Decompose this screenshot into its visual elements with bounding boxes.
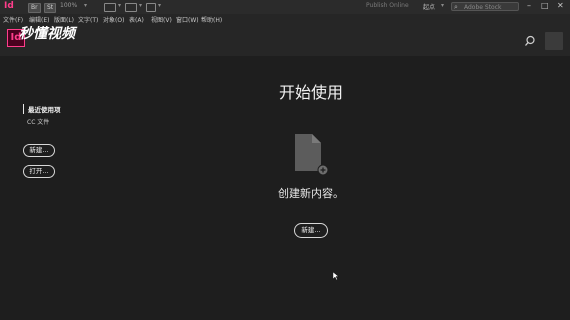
zoom-level-dropdown[interactable]: 100% [60, 2, 77, 9]
sidebar-open-button[interactable]: 打开... [23, 165, 55, 178]
arrange-chevron-down-icon[interactable]: ▾ [158, 2, 161, 9]
create-new-content-text: 创建新内容。 [278, 187, 344, 200]
app-bar: Id Br St 100% ▾ ▾ ▾ ▾ Publish Online 起点 … [0, 0, 570, 14]
close-icon[interactable]: ✕ [557, 1, 564, 10]
page-title: 开始使用 [278, 83, 343, 102]
bridge-button[interactable]: Br [28, 3, 41, 13]
sidebar-cc-files[interactable]: CC 文件 [27, 117, 49, 126]
search-icon: ⌕ [454, 3, 458, 11]
adobe-stock-search-input[interactable]: ⌕ Adobe Stock [451, 2, 519, 11]
stock-button[interactable]: St [44, 3, 57, 13]
zoom-chevron-down-icon[interactable]: ▾ [84, 2, 87, 9]
menu-table[interactable]: 表(A) [129, 15, 144, 24]
menu-bar: 文件(F) 编辑(E) 版面(L) 文字(T) 对象(O) 表(A) 视图(V)… [0, 14, 570, 24]
menu-object[interactable]: 对象(O) [103, 15, 124, 24]
publish-online-button[interactable]: Publish Online [366, 2, 409, 9]
menu-help[interactable]: 帮助(H) [201, 15, 222, 24]
sidebar-new-button[interactable]: 新建... [23, 144, 55, 157]
view-options-icon[interactable] [104, 3, 116, 12]
workspace-switcher[interactable]: 起点 [423, 2, 435, 11]
screen-mode-chevron-down-icon[interactable]: ▾ [139, 2, 142, 9]
workspace-chevron-down-icon[interactable]: ▾ [441, 2, 444, 9]
screen-mode-icon[interactable] [125, 3, 137, 12]
header-search-icon[interactable] [523, 34, 537, 48]
indesign-app-icon[interactable]: Id [4, 1, 14, 12]
video-watermark: 秒懂视频 [19, 26, 75, 42]
new-document-icon [295, 134, 329, 175]
menu-type[interactable]: 文字(T) [78, 15, 98, 24]
search-placeholder: Adobe Stock [464, 4, 502, 11]
arrange-documents-icon[interactable] [146, 3, 156, 12]
menu-view[interactable]: 视图(V) [151, 15, 172, 24]
new-document-button[interactable]: 新建... [294, 223, 328, 238]
view-chevron-down-icon[interactable]: ▾ [118, 2, 121, 9]
menu-window[interactable]: 窗口(W) [176, 15, 199, 24]
sidebar-recent-title[interactable]: 最近使用项 [23, 104, 61, 114]
user-avatar[interactable] [545, 32, 563, 50]
mouse-cursor-icon [333, 272, 339, 280]
minimize-icon[interactable]: – [527, 1, 531, 10]
start-header [0, 24, 570, 56]
maximize-icon[interactable]: □ [541, 1, 549, 10]
